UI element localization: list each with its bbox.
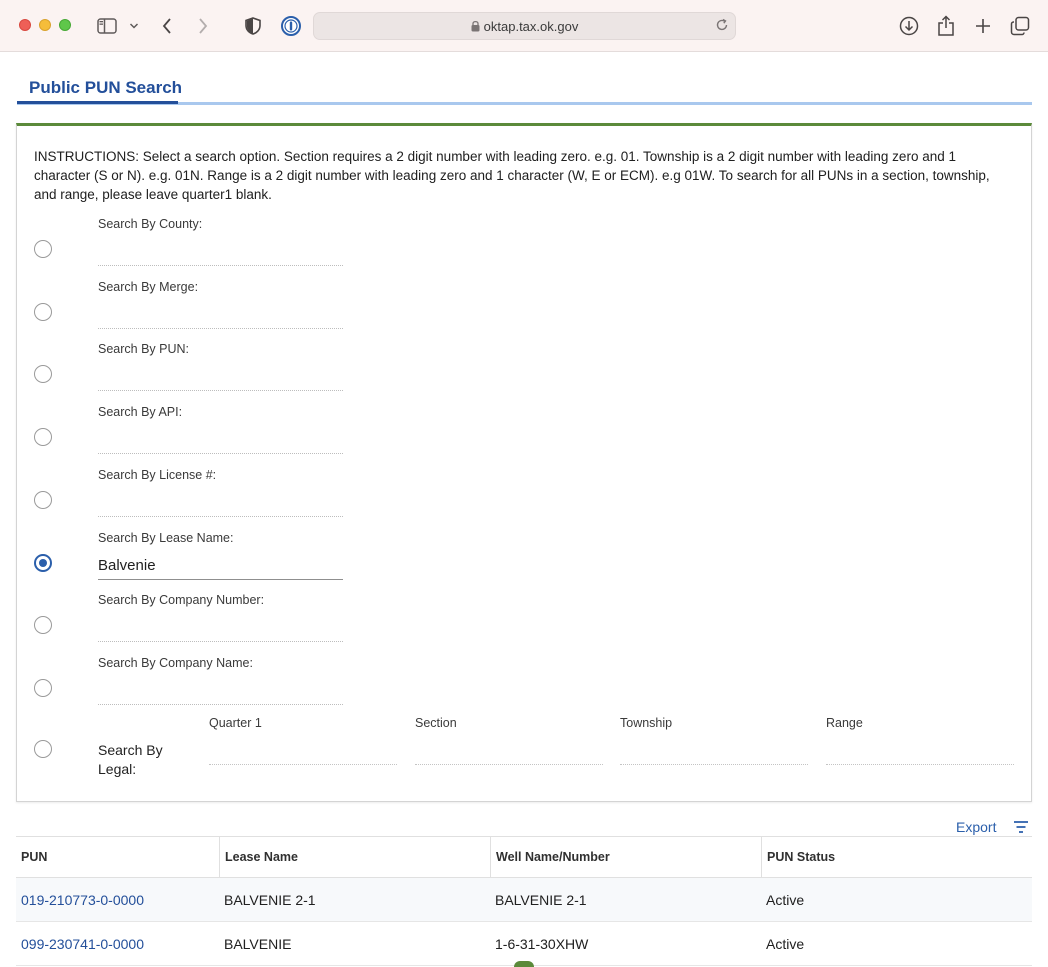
close-window-button[interactable]: [19, 19, 31, 31]
sidebar-toggle-icon[interactable]: [96, 14, 118, 38]
lease-name-cell: BALVENIE: [224, 936, 292, 952]
search-by-pun-input[interactable]: [98, 365, 343, 391]
column-header-pun-status[interactable]: PUN Status: [761, 837, 1032, 878]
search-by-license-label: Search By License #:: [98, 468, 217, 482]
legal-label-line2: Legal:: [98, 761, 137, 777]
results-table: PUN Lease Name Well Name/Number PUN Stat…: [16, 836, 1032, 966]
downloads-icon[interactable]: [898, 14, 920, 38]
pun-link[interactable]: 019-210773-0-0000: [16, 878, 144, 921]
search-by-county-label: Search By County:: [98, 217, 203, 231]
url-label: oktap.tax.ok.gov: [483, 19, 579, 34]
search-by-company-name-label: Search By Company Name:: [98, 656, 253, 670]
section-input[interactable]: [415, 741, 603, 765]
quarter1-input[interactable]: [209, 741, 397, 765]
url-text[interactable]: oktap.tax.ok.gov: [314, 19, 735, 35]
share-icon[interactable]: [935, 14, 957, 38]
table-row: 099-230741-0-0000 BALVENIE 1-6-31-30XHW …: [16, 922, 1032, 966]
search-by-api-input[interactable]: [98, 428, 343, 454]
well-name-cell: 1-6-31-30XHW: [495, 936, 589, 952]
radio-search-by-legal[interactable]: [34, 740, 52, 758]
lock-icon: [471, 20, 480, 35]
search-by-company-number-input[interactable]: [98, 616, 343, 642]
search-by-api-label: Search By API:: [98, 405, 183, 419]
browser-toolbar: oktap.tax.ok.gov: [0, 0, 1048, 52]
table-row: 019-210773-0-0000 BALVENIE 2-1 BALVENIE …: [16, 878, 1032, 922]
export-button[interactable]: Export: [956, 819, 996, 835]
pun-status-cell: Active: [766, 936, 805, 952]
well-name-cell: BALVENIE 2-1: [495, 892, 587, 908]
search-by-license-input[interactable]: [98, 491, 343, 517]
table-header: PUN Lease Name Well Name/Number PUN Stat…: [16, 836, 1032, 878]
lease-name-cell: BALVENIE 2-1: [224, 892, 316, 908]
password-manager-icon[interactable]: [280, 14, 302, 38]
search-panel: INSTRUCTIONS: Select a search option. Se…: [16, 123, 1032, 802]
search-by-merge-input[interactable]: [98, 303, 343, 329]
forward-icon[interactable]: [194, 14, 212, 38]
range-label: Range: [826, 716, 863, 730]
radio-search-by-county[interactable]: [34, 240, 52, 258]
instructions-text: INSTRUCTIONS: Select a search option. Se…: [34, 149, 990, 202]
reload-icon[interactable]: [715, 18, 729, 37]
search-by-lease-name-label: Search By Lease Name:: [98, 531, 234, 545]
search-by-company-name-input[interactable]: [98, 679, 343, 705]
column-header-pun[interactable]: PUN: [16, 837, 220, 878]
minimize-window-button[interactable]: [39, 19, 51, 31]
pun-link[interactable]: 099-230741-0-0000: [16, 922, 144, 965]
radio-search-by-lease-name[interactable]: [34, 554, 52, 572]
pun-status-cell: Active: [766, 892, 805, 908]
tab-overview-icon[interactable]: [1009, 14, 1031, 38]
township-input[interactable]: [620, 741, 808, 765]
township-label: Township: [620, 716, 673, 730]
chevron-down-icon[interactable]: [128, 14, 140, 38]
search-by-merge-label: Search By Merge:: [98, 280, 199, 294]
radio-search-by-license[interactable]: [34, 491, 52, 509]
legal-label-line1: Search By: [98, 742, 163, 758]
legal-label: Search By Legal:: [98, 741, 163, 779]
search-by-company-number-label: Search By Company Number:: [98, 593, 265, 607]
section-label: Section: [415, 716, 457, 730]
zoom-window-button[interactable]: [59, 19, 71, 31]
column-header-lease-name[interactable]: Lease Name: [219, 837, 491, 878]
active-tab-indicator: [17, 101, 178, 104]
radio-search-by-merge[interactable]: [34, 303, 52, 321]
scroll-indicator[interactable]: [514, 961, 534, 967]
new-tab-icon[interactable]: [972, 14, 994, 38]
back-icon[interactable]: [158, 14, 176, 38]
range-input[interactable]: [826, 741, 1014, 765]
radio-search-by-api[interactable]: [34, 428, 52, 446]
search-by-pun-label: Search By PUN:: [98, 342, 190, 356]
radio-search-by-pun[interactable]: [34, 365, 52, 383]
column-header-well-name[interactable]: Well Name/Number: [490, 837, 762, 878]
quarter1-label: Quarter 1: [209, 716, 262, 730]
radio-search-by-company-name[interactable]: [34, 679, 52, 697]
shield-icon[interactable]: [243, 14, 263, 38]
tab-public-pun-search[interactable]: Public PUN Search: [29, 78, 182, 98]
search-by-county-input[interactable]: [98, 240, 343, 266]
radio-search-by-company-number[interactable]: [34, 616, 52, 634]
address-bar[interactable]: oktap.tax.ok.gov: [313, 12, 736, 40]
search-by-lease-name-input[interactable]: Balvenie: [98, 554, 343, 580]
